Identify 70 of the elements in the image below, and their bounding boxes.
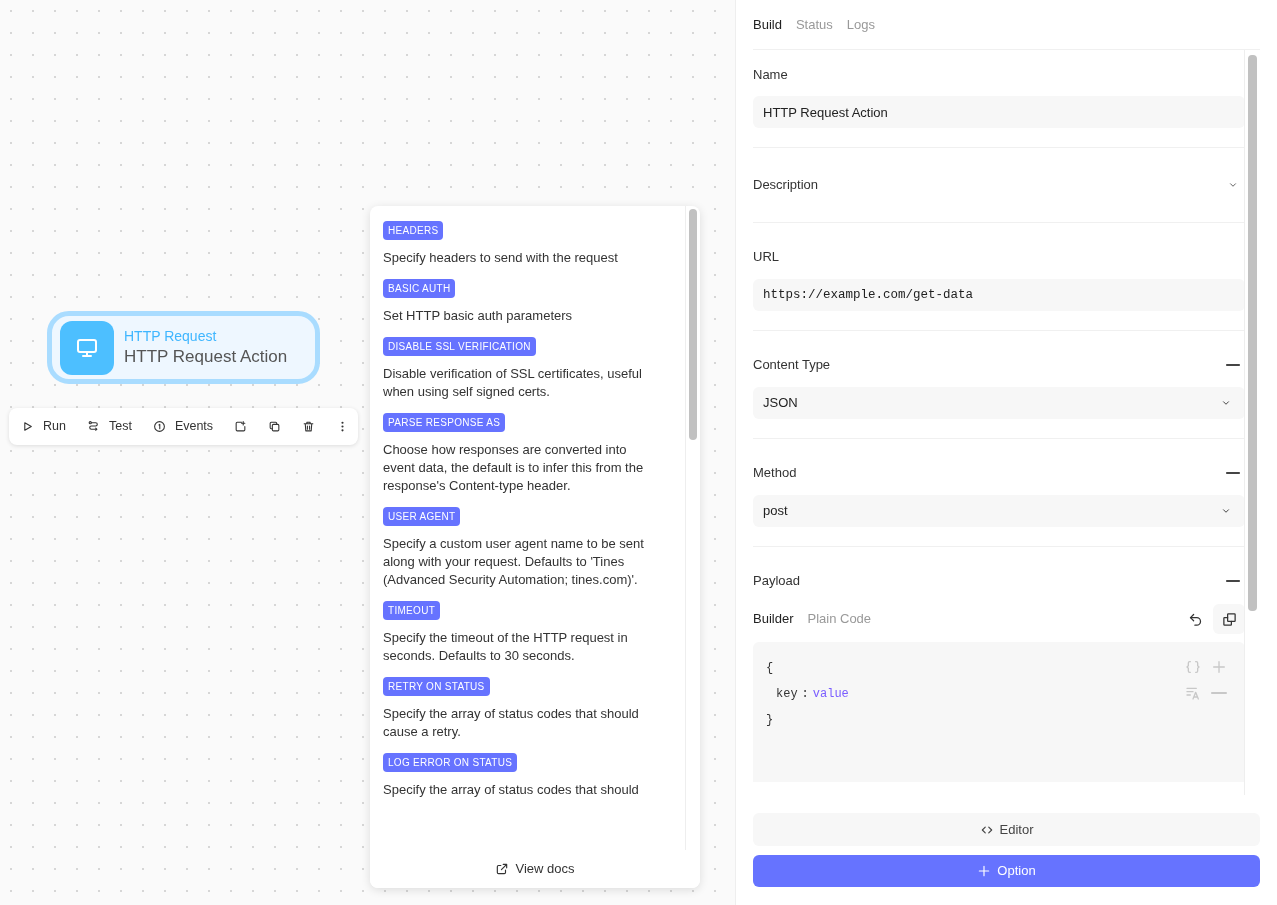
option-description: Choose how responses are converted into event data, the default is to infer this from the response's Content-type header.: [383, 441, 645, 495]
duplicate-button[interactable]: [268, 420, 282, 433]
code-brace: }: [766, 712, 774, 729]
node-name: HTTP Request Action: [124, 345, 288, 367]
option-description: Specify headers to send with the request: [383, 249, 618, 267]
field-label: URL: [753, 248, 779, 267]
export-button[interactable]: [234, 420, 248, 433]
delete-button[interactable]: [302, 420, 316, 433]
option-tag: RETRY ON STATUS: [383, 677, 490, 696]
editor-button[interactable]: Editor: [753, 813, 1260, 846]
option-tag: LOG ERROR ON STATUS: [383, 753, 518, 772]
scrollbar[interactable]: [1248, 55, 1257, 611]
option-description: Specify the timeout of the HTTP request in seconds. Defaults to 30 seconds.: [383, 629, 629, 665]
json-value: value: [812, 686, 849, 703]
copy-icon: [268, 420, 282, 433]
option-description: Specify the array of status codes that should cause a retry.: [383, 705, 640, 741]
option-tag: PARSE RESPONSE AS: [383, 413, 506, 432]
field-label: Description: [753, 176, 819, 195]
minus-icon: [1226, 364, 1240, 366]
minus-icon: [1211, 692, 1227, 694]
counter-icon: [152, 420, 166, 433]
run-button[interactable]: Run: [21, 417, 66, 436]
option-button[interactable]: Option: [753, 855, 1260, 887]
panel-tab[interactable]: Build: [753, 14, 782, 35]
text-input[interactable]: https://example.com/get-data: [753, 279, 1245, 311]
chevron-down-icon: [1228, 180, 1238, 190]
node-type: HTTP Request: [124, 328, 218, 346]
route-icon: [86, 420, 100, 433]
plus-icon: [1211, 659, 1227, 675]
payload-tab[interactable]: Builder: [753, 609, 794, 629]
field-label: Method: [753, 464, 797, 483]
action-node[interactable]: HTTP Request HTTP Request Action: [47, 311, 320, 384]
option-description: Specify the array of status codes that should: [383, 781, 639, 799]
minus-icon: [1226, 472, 1240, 474]
field-label: Content Type: [753, 356, 831, 375]
copy-button[interactable]: [1213, 604, 1245, 634]
view-docs-link[interactable]: View docs: [370, 850, 700, 888]
option-tag: TIMEOUT: [383, 601, 441, 620]
undo-icon: [1187, 611, 1203, 627]
external-link-icon: [495, 862, 510, 876]
option-tag: USER AGENT: [383, 507, 461, 526]
export-icon: [234, 420, 248, 433]
chevron-down-icon: [1221, 506, 1231, 516]
minus-icon: [1226, 580, 1240, 582]
trash-icon: [302, 420, 316, 433]
option-description: Specify a custom user agent name to be sent along with your request. Defaults to 'Tines (Advanced Security Automation; tines.com)'.: [383, 535, 645, 589]
text-input[interactable]: HTTP Request Action: [753, 96, 1245, 128]
select-value: post: [763, 502, 788, 521]
select-value: JSON: [763, 394, 798, 413]
json-key: key: [776, 685, 798, 703]
braces-icon: [1185, 659, 1201, 675]
select-field[interactable]: JSON: [753, 387, 1245, 419]
option-description: Set HTTP basic auth parameters: [383, 307, 573, 325]
option-tag: DISABLE SSL VERIFICATION: [383, 337, 536, 356]
option-tag: BASIC AUTH: [383, 279, 456, 298]
chevron-down-icon: [1221, 398, 1231, 408]
text-format-icon: [1185, 685, 1201, 701]
field-label: Name: [753, 66, 788, 85]
events-button[interactable]: Events: [152, 417, 214, 436]
scrollbar[interactable]: [689, 209, 697, 440]
option-description: Disable verification of SSL certificates, useful when using self signed certs.: [383, 365, 643, 401]
option-tag: HEADERS: [383, 221, 444, 240]
code-brace: {: [766, 660, 774, 677]
field-label: Payload: [753, 572, 800, 591]
select-field[interactable]: post: [753, 495, 1245, 527]
json-separator: :: [801, 686, 809, 703]
play-icon: [21, 420, 34, 433]
test-button[interactable]: Test: [86, 417, 132, 436]
plus-icon: [977, 864, 992, 878]
copy-icon: [1221, 611, 1237, 627]
